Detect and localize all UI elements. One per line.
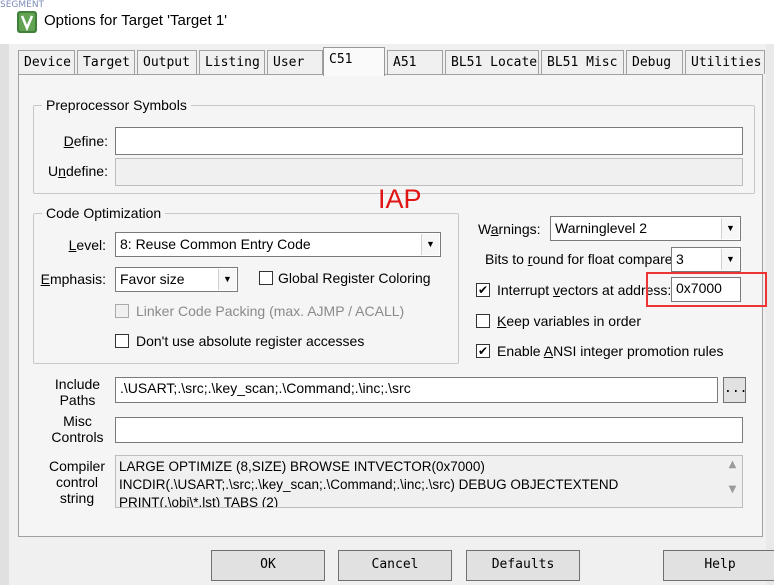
tab-a51[interactable]: A51 (387, 50, 443, 74)
keep-variables-checkbox[interactable] (476, 314, 490, 328)
background-window-text: SEGMENT CODE (0, 0, 60, 10)
chevron-down-icon[interactable]: ▼ (721, 249, 739, 270)
undefine-input (115, 158, 743, 186)
warnings-value: Warninglevel 2 (555, 220, 648, 236)
scroll-down-icon[interactable]: ▼ (724, 470, 741, 495)
tab-listing[interactable]: Listing (199, 50, 265, 74)
define-label: Define: (63, 133, 108, 149)
linker-code-packing-label: Linker Code Packing (max. AJMP / ACALL) (136, 303, 405, 319)
ok-button[interactable]: OK (211, 550, 325, 581)
emphasis-value: Favor size (120, 271, 185, 287)
scroll-up-icon[interactable]: ▲ (724, 457, 741, 470)
tab-device[interactable]: Device (18, 50, 75, 74)
app-icon (16, 10, 38, 34)
code-optimization-title: Code Optimization (42, 205, 166, 221)
include-paths-input[interactable]: .\USART;.\src;.\key_scan;.\Command;.\inc… (115, 377, 718, 403)
iap-annotation: IAP (378, 184, 422, 214)
global-register-coloring-checkbox[interactable] (259, 271, 273, 285)
defaults-button[interactable]: Defaults (466, 550, 580, 581)
linker-code-packing-checkbox (115, 304, 129, 318)
tab-c51[interactable]: C51 (323, 47, 385, 76)
global-register-coloring-label: Global Register Coloring (278, 270, 431, 286)
cancel-button[interactable]: Cancel (338, 550, 452, 581)
define-input[interactable] (115, 127, 743, 155)
undefine-label: Undefine: (48, 163, 108, 179)
compiler-control-string: LARGE OPTIMIZE (8,SIZE) BROWSE INTVECTOR… (115, 455, 743, 508)
warnings-select[interactable]: Warninglevel 2 ▼ (550, 216, 741, 241)
level-label: Level: (68, 237, 106, 253)
keep-variables-label: Keep variables in order (497, 313, 641, 329)
tab-debug[interactable]: Debug (626, 50, 683, 74)
tab-target[interactable]: Target (77, 50, 135, 74)
bits-round-label: Bits to round for float compare: (485, 251, 677, 267)
misc-controls-label: Misc Controls (51, 413, 104, 445)
window-title: Options for Target 'Target 1' (44, 12, 228, 29)
background-window-edge-right (766, 44, 774, 585)
no-absolute-register-checkbox[interactable] (115, 334, 129, 348)
level-value: 8: Reuse Common Entry Code (120, 236, 311, 252)
compiler-control-string-label: Compiler control string (48, 458, 105, 506)
tab-bl51-misc[interactable]: BL51 Misc (541, 50, 624, 74)
highlight-box (646, 272, 767, 307)
tab-utilities[interactable]: Utilities (685, 50, 765, 74)
bits-round-value: 3 (676, 251, 684, 267)
browse-include-paths-button[interactable]: ... (723, 377, 747, 403)
ansi-promotion-checkbox[interactable]: ✔ (476, 344, 490, 358)
bits-round-select[interactable]: 3 ▼ (671, 247, 741, 272)
preprocessor-group-title: Preprocessor Symbols (42, 97, 191, 113)
warnings-label: Warnings: (478, 221, 541, 237)
compiler-string-scrollbar[interactable]: ▲ ▼ (724, 457, 741, 506)
interrupt-vectors-checkbox[interactable]: ✔ (476, 283, 490, 297)
level-select[interactable]: 8: Reuse Common Entry Code ▼ (115, 232, 441, 257)
background-window-edge (0, 44, 9, 585)
no-absolute-register-label: Don't use absolute register accesses (136, 333, 365, 349)
misc-controls-input[interactable] (115, 417, 743, 443)
emphasis-select[interactable]: Favor size ▼ (115, 267, 238, 292)
help-button[interactable]: Help (663, 550, 774, 581)
chevron-down-icon[interactable]: ▼ (218, 269, 236, 290)
include-paths-label: Include Paths (54, 376, 101, 408)
tab-output[interactable]: Output (137, 50, 197, 74)
ansi-promotion-label: Enable ANSI integer promotion rules (497, 343, 724, 359)
chevron-down-icon[interactable]: ▼ (421, 234, 439, 255)
tab-user[interactable]: User (267, 50, 323, 74)
tab-bl51-locate[interactable]: BL51 Locate (445, 50, 539, 74)
chevron-down-icon[interactable]: ▼ (721, 218, 739, 239)
emphasis-label: Emphasis: (40, 271, 106, 287)
